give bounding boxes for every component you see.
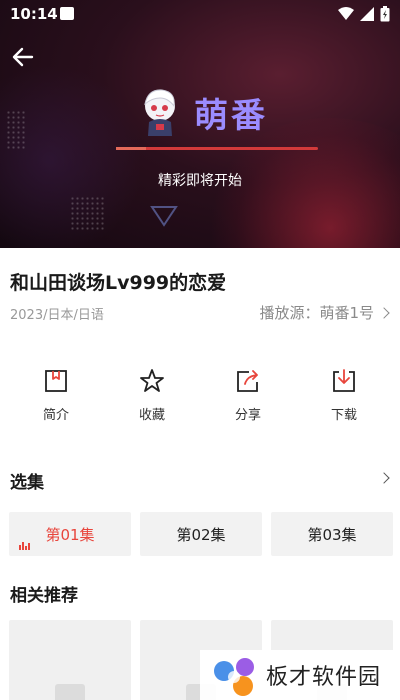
watermark-logo-icon xyxy=(214,658,254,696)
playing-indicator-icon xyxy=(19,542,30,550)
watermark: 板才软件园 xyxy=(200,650,400,700)
download-button[interactable]: 下载 xyxy=(304,368,384,423)
episode-item[interactable]: 第02集 xyxy=(140,512,262,556)
decorative-triangle-icon xyxy=(150,206,178,227)
favorite-label: 收藏 xyxy=(138,408,165,423)
loading-progress-bar xyxy=(116,147,318,150)
episode-label: 第03集 xyxy=(307,525,357,544)
share-label: 分享 xyxy=(234,408,261,423)
video-title: 和山田谈场Lv999的恋爱 xyxy=(10,272,227,294)
decorative-dots xyxy=(6,110,26,150)
source-label: 播放源：萌番1号 xyxy=(259,304,374,322)
mascot-icon xyxy=(144,89,175,136)
recommendations-section-title: 相关推荐 xyxy=(10,586,78,606)
episode-item[interactable]: 第01集 xyxy=(9,512,131,556)
intro-button[interactable]: 简介 xyxy=(16,368,96,423)
episodes-more-chevron-icon[interactable] xyxy=(378,472,390,484)
star-icon xyxy=(140,369,164,392)
video-player[interactable]: 10:14 萌番 精彩即将开始 xyxy=(0,0,400,248)
loading-text: 精彩即将开始 xyxy=(158,173,242,189)
decorative-dots xyxy=(70,196,104,230)
episode-list: 第01集 第02集 第03集 xyxy=(9,512,393,556)
favorite-button[interactable]: 收藏 xyxy=(112,368,192,423)
brand-logo: 萌番 xyxy=(134,86,268,138)
bookmark-icon xyxy=(45,370,67,392)
download-icon xyxy=(333,369,355,392)
signal-icon xyxy=(360,7,374,21)
episode-label: 第02集 xyxy=(176,525,226,544)
brand-name: 萌番 xyxy=(194,95,268,136)
share-icon xyxy=(237,370,258,392)
episode-label: 第01集 xyxy=(45,525,95,544)
tv-placeholder-icon xyxy=(55,684,85,700)
wifi-icon xyxy=(338,7,354,20)
video-meta: 2023/日本/日语 xyxy=(10,308,104,323)
intro-label: 简介 xyxy=(42,408,69,423)
episodes-section-title: 选集 xyxy=(10,473,44,493)
watermark-text: 板才软件园 xyxy=(266,665,382,690)
status-time: 10:14 xyxy=(10,5,58,23)
action-bar: 简介 收藏 分享 下载 xyxy=(8,368,392,423)
gallery-notification-icon xyxy=(60,7,74,20)
source-selector[interactable]: 播放源：萌番1号 xyxy=(259,302,390,323)
status-bar: 10:14 xyxy=(0,0,400,28)
battery-charging-icon xyxy=(380,6,390,22)
recommendation-card[interactable] xyxy=(9,620,131,700)
episode-item[interactable]: 第03集 xyxy=(271,512,393,556)
download-label: 下载 xyxy=(330,408,357,423)
share-button[interactable]: 分享 xyxy=(208,368,288,423)
back-arrow-icon[interactable] xyxy=(10,44,36,70)
chevron-right-icon xyxy=(378,306,390,319)
